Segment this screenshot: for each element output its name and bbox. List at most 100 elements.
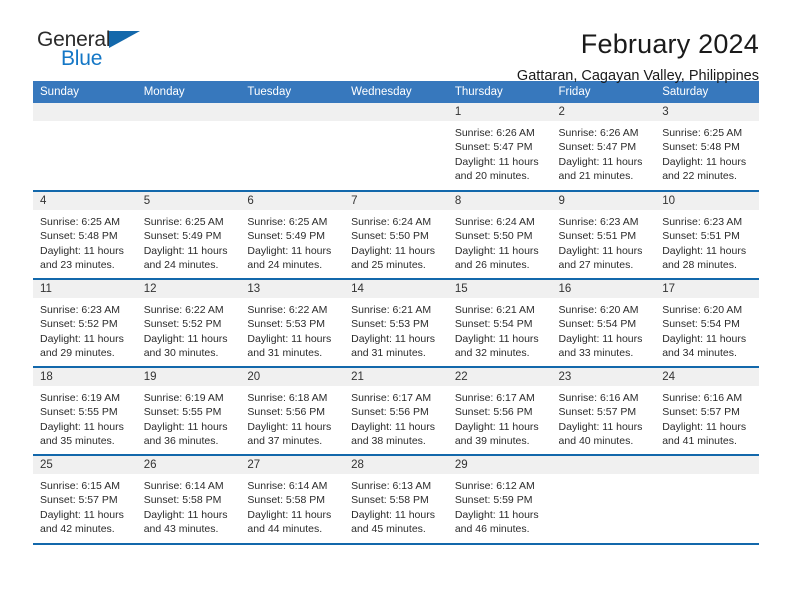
daylight-text-line1: Daylight: 11 hours [351,244,435,257]
sunset-text: Sunset: 5:56 PM [351,406,429,419]
sunrise-text: Sunrise: 6:19 AM [143,392,224,404]
calendar-day-cell[interactable]: 24 Sunrise: 6:16 AM Sunset: 5:57 PM Dayligh… [655,366,759,455]
calendar-day-cell[interactable]: 3 Sunrise: 6:25 AM Sunset: 5:48 PM Daylight… [655,103,759,191]
general-blue-logo[interactable]: General Blue [33,28,163,74]
daylight-text-line2: and 46 minutes. [454,523,530,536]
calendar-day-cell[interactable]: 15 Sunrise: 6:21 AM Sunset: 5:54 PM Dayligh… [447,278,552,367]
calendar-day-cell-empty [655,454,759,543]
calendar-day-cell[interactable]: 26 Sunrise: 6:14 AM Sunset: 5:58 PM Dayligh… [136,454,241,543]
calendar-day-cell[interactable]: 19 Sunrise: 6:19 AM Sunset: 5:55 PM Dayligh… [136,366,241,455]
day-number: 10 [655,192,759,210]
calendar-day-cell[interactable]: 1 Sunrise: 6:26 AM Sunset: 5:47 PM Daylight… [447,103,552,191]
daylight-text-line1: Daylight: 11 hours [143,244,228,257]
sunset-text: Sunset: 5:57 PM [40,494,118,507]
day-details: Sunrise: 6:25 AM Sunset: 5:48 PM Daylight:… [655,121,759,184]
day-number: 22 [447,368,552,386]
daylight-text-line2: and 45 minutes. [351,523,426,536]
day-details: Sunrise: 6:26 AM Sunset: 5:47 PM Daylight:… [448,121,552,184]
daylight-text-line1: Daylight: 11 hours [454,420,539,433]
daylight-text-line2: and 24 minutes. [143,259,219,272]
daylight-text-line2: and 32 minutes. [454,347,530,360]
day-number: 6 [240,192,345,210]
calendar-day-cell[interactable]: 17 Sunrise: 6:20 AM Sunset: 5:54 PM Dayligh… [655,278,759,367]
sunset-text: Sunset: 5:56 PM [247,406,326,419]
sunset-text: Sunset: 5:58 PM [247,494,326,507]
day-details: Sunrise: 6:26 AM Sunset: 5:47 PM Daylight:… [552,121,656,184]
sunrise-text: Sunrise: 6:13 AM [351,480,432,492]
sunrise-text: Sunrise: 6:21 AM [351,304,432,316]
day-details [33,121,137,126]
sunrise-text: Sunrise: 6:25 AM [40,216,120,228]
sunset-text: Sunset: 5:48 PM [662,141,740,154]
calendar-day-cell[interactable]: 28 Sunrise: 6:13 AM Sunset: 5:58 PM Dayligh… [344,454,448,543]
daylight-text-line1: Daylight: 11 hours [558,155,643,168]
day-details [344,121,448,126]
calendar-day-cell[interactable]: 25 Sunrise: 6:15 AM Sunset: 5:57 PM Dayligh… [33,454,137,543]
day-number [655,456,759,474]
daylight-text-line2: and 37 minutes. [247,435,323,448]
day-number: 1 [447,103,552,121]
calendar-day-cell[interactable]: 16 Sunrise: 6:20 AM Sunset: 5:54 PM Dayligh… [551,278,656,367]
day-details: Sunrise: 6:22 AM Sunset: 5:53 PM Daylight:… [240,298,344,361]
calendar-day-cell[interactable]: 18 Sunrise: 6:19 AM Sunset: 5:55 PM Dayligh… [33,366,137,455]
sunset-text: Sunset: 5:51 PM [558,230,637,243]
daylight-text-line1: Daylight: 11 hours [143,332,228,345]
day-number [344,103,448,121]
daylight-text-line2: and 42 minutes. [40,523,115,536]
day-details: Sunrise: 6:21 AM Sunset: 5:53 PM Daylight:… [344,298,448,361]
sunset-text: Sunset: 5:56 PM [454,406,533,419]
calendar-day-cell[interactable]: 2 Sunrise: 6:26 AM Sunset: 5:47 PM Daylight… [551,103,656,191]
sunset-text: Sunset: 5:55 PM [143,406,222,419]
sunset-text: Sunset: 5:59 PM [454,494,533,507]
calendar-day-cell[interactable]: 14 Sunrise: 6:21 AM Sunset: 5:53 PM Dayligh… [344,278,448,367]
daylight-text-line2: and 21 minutes. [558,170,634,183]
day-number: 29 [447,456,552,474]
daylight-text-line2: and 23 minutes. [40,259,115,272]
sunset-text: Sunset: 5:57 PM [662,406,740,419]
day-details: Sunrise: 6:24 AM Sunset: 5:50 PM Daylight:… [448,210,552,273]
daylight-text-line1: Daylight: 11 hours [247,244,332,257]
sunrise-text: Sunrise: 6:15 AM [40,480,120,492]
calendar-week-row: 1 Sunrise: 6:26 AM Sunset: 5:47 PM Daylight… [33,103,759,191]
calendar-day-cell[interactable]: 27 Sunrise: 6:14 AM Sunset: 5:58 PM Dayligh… [240,454,345,543]
day-number [240,103,345,121]
day-details: Sunrise: 6:25 AM Sunset: 5:49 PM Daylight:… [137,210,241,273]
calendar-week-row: 18 Sunrise: 6:19 AM Sunset: 5:55 PM Dayligh… [33,366,759,455]
daylight-text-line1: Daylight: 11 hours [143,420,228,433]
page-subtitle: Gattaran, Cagayan Valley, Philippines [516,68,759,84]
calendar-day-cell[interactable]: 6 Sunrise: 6:25 AM Sunset: 5:49 PM Daylight… [240,190,345,279]
calendar-day-cell[interactable]: 5 Sunrise: 6:25 AM Sunset: 5:49 PM Daylight… [136,190,241,279]
sunrise-text: Sunrise: 6:22 AM [143,304,224,316]
daylight-text-line1: Daylight: 11 hours [662,155,747,168]
daylight-text-line2: and 40 minutes. [558,435,634,448]
day-details: Sunrise: 6:16 AM Sunset: 5:57 PM Daylight:… [552,386,656,449]
daylight-text-line1: Daylight: 11 hours [40,420,124,433]
daylight-text-line1: Daylight: 11 hours [454,244,539,257]
calendar-day-cell[interactable]: 23 Sunrise: 6:16 AM Sunset: 5:57 PM Dayligh… [551,366,656,455]
daylight-text-line2: and 25 minutes. [351,259,426,272]
day-number [136,103,241,121]
calendar-day-cell[interactable]: 7 Sunrise: 6:24 AM Sunset: 5:50 PM Daylight… [344,190,448,279]
calendar-day-cell[interactable]: 29 Sunrise: 6:12 AM Sunset: 5:59 PM Dayligh… [447,454,552,543]
sunrise-text: Sunrise: 6:17 AM [351,392,432,404]
day-number: 26 [136,456,241,474]
weekday-header-sunday: Sunday [33,81,137,103]
calendar-day-cell[interactable]: 21 Sunrise: 6:17 AM Sunset: 5:56 PM Dayligh… [344,366,448,455]
day-details: Sunrise: 6:23 AM Sunset: 5:52 PM Daylight:… [33,298,137,361]
daylight-text-line1: Daylight: 11 hours [662,244,747,257]
calendar-day-cell[interactable]: 13 Sunrise: 6:22 AM Sunset: 5:53 PM Dayligh… [240,278,345,367]
calendar-day-cell[interactable]: 12 Sunrise: 6:22 AM Sunset: 5:52 PM Dayligh… [136,278,241,367]
daylight-text-line1: Daylight: 11 hours [558,332,643,345]
calendar-day-cell-empty [344,103,448,191]
calendar-day-cell-empty [136,103,241,191]
calendar-day-cell[interactable]: 10 Sunrise: 6:23 AM Sunset: 5:51 PM Dayligh… [655,190,759,279]
calendar-day-cell[interactable]: 20 Sunrise: 6:18 AM Sunset: 5:56 PM Dayligh… [240,366,345,455]
calendar-day-cell[interactable]: 22 Sunrise: 6:17 AM Sunset: 5:56 PM Dayligh… [447,366,552,455]
sunrise-text: Sunrise: 6:14 AM [247,480,328,492]
calendar-day-cell[interactable]: 9 Sunrise: 6:23 AM Sunset: 5:51 PM Daylight… [551,190,656,279]
day-details: Sunrise: 6:25 AM Sunset: 5:49 PM Daylight:… [240,210,344,273]
calendar-day-cell[interactable]: 4 Sunrise: 6:25 AM Sunset: 5:48 PM Daylight… [33,190,137,279]
calendar-day-cell[interactable]: 11 Sunrise: 6:23 AM Sunset: 5:52 PM Dayligh… [33,278,137,367]
day-number: 21 [344,368,448,386]
calendar-day-cell[interactable]: 8 Sunrise: 6:24 AM Sunset: 5:50 PM Daylight… [447,190,552,279]
